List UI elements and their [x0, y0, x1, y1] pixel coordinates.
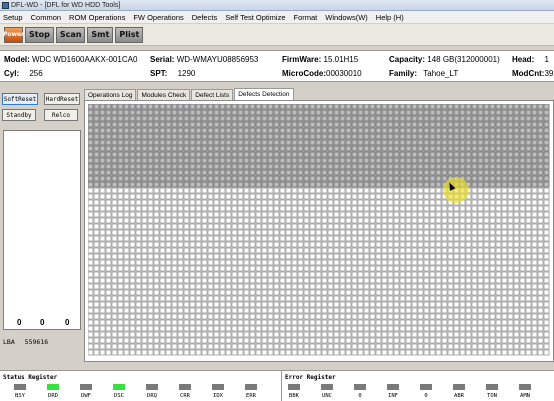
led-label: DSC	[114, 393, 124, 399]
led-label: BBK	[289, 393, 299, 399]
left-control-panel: SoftReset HardReset Standby Relco 0 0 0 …	[0, 88, 82, 360]
relco-button[interactable]: Relco	[44, 109, 78, 121]
defects-detection-grid[interactable]	[84, 100, 554, 362]
log-listbox[interactable]: 0 0 0	[3, 130, 81, 330]
family-value: Tahoe_LT	[423, 69, 459, 78]
sector-grid	[88, 104, 550, 356]
spt-value: 1290	[177, 69, 196, 78]
head-info: Head: 1	[512, 55, 549, 64]
led-abr	[453, 384, 465, 390]
hard-reset-button[interactable]: HardReset	[44, 93, 80, 105]
counter-1: 0	[17, 318, 22, 327]
led-label: TON	[487, 393, 497, 399]
led-0	[354, 384, 366, 390]
led-dsc	[113, 384, 125, 390]
led-label: ABR	[454, 393, 464, 399]
firmware-value: 15.01H15	[323, 55, 359, 64]
menu-defects[interactable]: Defects	[192, 13, 217, 22]
led-label: CRR	[180, 393, 190, 399]
tab-operations-log[interactable]: Operations Log	[84, 89, 137, 100]
led-ton	[486, 384, 498, 390]
soft-reset-button[interactable]: SoftReset	[2, 93, 38, 105]
cursor-highlight	[443, 177, 469, 203]
lba-value: 559616	[24, 338, 49, 346]
led-label: 0	[358, 393, 362, 399]
led-label: DRD	[48, 393, 58, 399]
led-drd	[47, 384, 59, 390]
model-value: WDC WD1600AAKX-001CA0	[32, 55, 138, 64]
menu-format[interactable]: Format	[294, 13, 318, 22]
counter-2: 0	[40, 318, 45, 327]
modcnt-value: 392	[544, 69, 554, 78]
toolbar: Power Stop Scan Smt Plist	[0, 24, 554, 46]
smt-button[interactable]: Smt	[87, 26, 114, 43]
led-label: UNC	[322, 393, 332, 399]
menu-windows[interactable]: Windows(W)	[325, 13, 368, 22]
capacity-info: Capacity: 148 GB(312000001)	[389, 55, 500, 64]
plist-button[interactable]: Plist	[115, 26, 144, 43]
window-title: DFL-WD - [DFL for WD HDD Tools]	[11, 1, 121, 9]
serial-info: Serial: WD-WMAYU08856953	[150, 55, 259, 64]
family-info: Family: Tahoe_LT	[389, 69, 459, 78]
model-info: Model: WDC WD1600AAKX-001CA0	[4, 55, 138, 64]
counter-3: 0	[65, 318, 70, 327]
register-panel: Status Register Error Register BSY DRD DWF…	[0, 370, 554, 401]
menu-help[interactable]: Help (H)	[376, 13, 404, 22]
menu-rom-operations[interactable]: ROM Operations	[69, 13, 125, 22]
microcode-info: MicroCode:00030010	[282, 69, 362, 78]
led-label: INF	[388, 393, 398, 399]
serial-value: WD-WMAYU08856953	[176, 55, 259, 64]
led-label: AMN	[520, 393, 530, 399]
cyl-value: 256	[29, 69, 43, 78]
led-label: DWF	[81, 393, 91, 399]
led-crr	[179, 384, 191, 390]
firmware-info: FirmWare: 15.01H15	[282, 55, 359, 64]
stop-button[interactable]: Stop	[25, 26, 54, 43]
led-label: DRQ	[147, 393, 157, 399]
standby-button[interactable]: Standby	[2, 109, 36, 121]
tab-defect-lists[interactable]: Defect Lists	[191, 89, 234, 100]
scan-button[interactable]: Scan	[55, 26, 86, 43]
tab-defects-detection[interactable]: Defects Detection	[234, 88, 294, 100]
led-label: ERR	[246, 393, 256, 399]
led-label: 0	[424, 393, 428, 399]
modcnt-info: ModCnt:392	[512, 69, 554, 78]
tab-modules-check[interactable]: Modules Check	[137, 89, 191, 100]
led-err	[245, 384, 257, 390]
led-label: BSY	[15, 393, 25, 399]
tab-bar: Operations Log Modules Check Defect List…	[84, 88, 295, 100]
status-register-title: Status Register	[3, 374, 58, 381]
menu-bar: Setup Common ROM Operations FW Operation…	[0, 11, 554, 23]
lba-readout: LBA 559616	[3, 338, 49, 346]
menu-setup[interactable]: Setup	[3, 13, 23, 22]
led-dwf	[80, 384, 92, 390]
cyl-info: Cyl: 256	[4, 69, 43, 78]
led-label: IDX	[213, 393, 223, 399]
spt-info: SPT: 1290	[150, 69, 196, 78]
led-amn	[519, 384, 531, 390]
app-icon	[2, 1, 9, 9]
title-bar: DFL-WD - [DFL for WD HDD Tools]	[0, 0, 554, 11]
menu-common[interactable]: Common	[31, 13, 61, 22]
head-value: 1	[544, 55, 549, 64]
led-unc	[321, 384, 333, 390]
led-inf	[387, 384, 399, 390]
register-divider	[281, 371, 282, 401]
led-bsy	[14, 384, 26, 390]
led-idx	[212, 384, 224, 390]
led-drq	[146, 384, 158, 390]
led-bbk	[288, 384, 300, 390]
power-button[interactable]: Power	[3, 26, 24, 43]
microcode-value: 00030010	[326, 69, 362, 78]
error-register-title: Error Register	[285, 374, 336, 381]
capacity-value: 148 GB(312000001)	[427, 55, 500, 64]
led-0	[420, 384, 432, 390]
menu-self-test-optimize[interactable]: Self Test Optimize	[225, 13, 285, 22]
menu-fw-operations[interactable]: FW Operations	[133, 13, 183, 22]
drive-info-panel: Model: WDC WD1600AAKX-001CA0 Cyl: 256 Se…	[0, 50, 554, 82]
